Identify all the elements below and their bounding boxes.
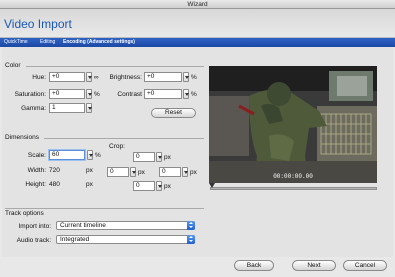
dimensions-section-label: Dimensions: [5, 134, 39, 141]
audio-track-arrow-icon: [187, 235, 195, 244]
tab-quicktime[interactable]: QuickTime: [4, 38, 28, 47]
width-value: 720: [49, 167, 60, 174]
crop-left-stepper[interactable]: [130, 167, 136, 177]
width-label: Width:: [27, 167, 46, 174]
height-value: 480: [49, 181, 60, 188]
crop-left-field[interactable]: 0: [107, 167, 129, 177]
wizard-header: Video Import: [0, 9, 395, 38]
scale-unit: %: [95, 152, 101, 159]
next-button[interactable]: Next: [292, 260, 336, 271]
contrast-stepper[interactable]: [183, 89, 189, 99]
brightness-stepper[interactable]: [183, 72, 189, 82]
window-titlebar: Wizard: [0, 0, 395, 9]
scale-field[interactable]: 60: [49, 150, 85, 160]
video-preview: 00:00:00.00: [209, 66, 377, 183]
hue-stepper[interactable]: [86, 72, 92, 82]
timecode-display: 00:00:00.00: [273, 173, 313, 180]
saturation-field[interactable]: +0: [49, 89, 85, 99]
reset-button[interactable]: Reset: [151, 108, 196, 118]
audio-track-label: Audio track:: [16, 237, 51, 244]
crop-right-field[interactable]: 0: [159, 167, 181, 177]
audio-track-select[interactable]: Integrated: [56, 235, 195, 244]
hue-label: Hue:: [32, 74, 46, 81]
saturation-unit: %: [94, 91, 100, 98]
audio-track-value: Integrated: [60, 236, 90, 243]
color-section-label: Color: [5, 62, 21, 69]
saturation-stepper[interactable]: [86, 89, 92, 99]
cancel-button[interactable]: Cancel: [343, 260, 387, 271]
contrast-unit: %: [191, 91, 197, 98]
tab-encoding[interactable]: Encoding (Advanced settings): [63, 38, 135, 47]
crop-right-unit: px: [190, 169, 197, 176]
import-into-label: Import into:: [18, 223, 51, 230]
scale-label: Scale:: [27, 152, 46, 159]
video-frame-image: [209, 66, 377, 183]
crop-right-stepper[interactable]: [182, 167, 188, 177]
gamma-field[interactable]: 1: [49, 103, 85, 113]
brightness-label: Brightness:: [109, 74, 142, 81]
page-title: Video Import: [4, 17, 72, 31]
import-into-select[interactable]: Current timeline: [56, 221, 195, 230]
import-into-arrow-icon: [187, 221, 195, 230]
height-label: Height:: [25, 181, 46, 188]
crop-top-field[interactable]: 0: [133, 152, 155, 162]
track-options-section-label: Track options: [5, 210, 44, 217]
saturation-label: Saturation:: [14, 91, 46, 98]
hue-field[interactable]: +0: [49, 72, 85, 82]
contrast-label: Contrast: [117, 91, 142, 98]
width-unit: px: [86, 167, 93, 174]
scale-stepper[interactable]: [87, 150, 93, 160]
crop-bottom-unit: px: [164, 183, 171, 190]
hue-unit: ∞: [94, 74, 99, 81]
import-into-value: Current timeline: [60, 222, 106, 229]
tab-editing[interactable]: Editing: [40, 38, 55, 47]
brightness-unit: %: [191, 74, 197, 81]
brightness-field[interactable]: +0: [144, 72, 182, 82]
back-button[interactable]: Back: [234, 260, 274, 271]
crop-bottom-field[interactable]: 0: [133, 181, 155, 191]
crop-top-stepper[interactable]: [156, 152, 162, 162]
tab-bar: QuickTime Editing Encoding (Advanced set…: [0, 38, 395, 47]
crop-label: Crop:: [109, 143, 125, 150]
gamma-stepper[interactable]: [86, 103, 92, 113]
window-title: Wizard: [187, 1, 208, 8]
color-divider: [26, 66, 204, 67]
crop-top-unit: px: [164, 154, 171, 161]
timeline-scrubber[interactable]: [210, 187, 377, 190]
track-options-divider: [5, 208, 204, 209]
gamma-label: Gamma:: [21, 105, 46, 112]
playhead-handle[interactable]: [209, 183, 215, 188]
crop-bottom-stepper[interactable]: [156, 181, 162, 191]
height-unit: px: [86, 181, 93, 188]
dimensions-divider: [44, 138, 204, 139]
crop-left-unit: px: [138, 169, 145, 176]
contrast-field[interactable]: +0: [144, 89, 182, 99]
